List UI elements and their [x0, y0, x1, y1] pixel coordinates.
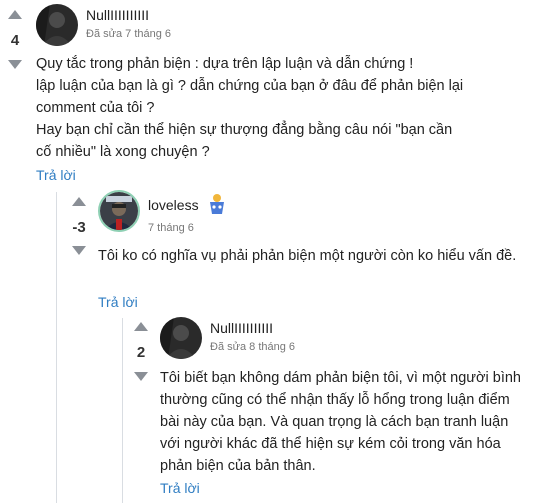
author-name[interactable]: NullIIIIIIIIII: [86, 7, 149, 23]
comment-meta: Đã sửa 7 tháng 6: [86, 28, 172, 40]
comment-meta: 7 tháng 6: [148, 222, 194, 234]
avatar-image: [100, 192, 138, 230]
user-badge-icon: [206, 192, 228, 216]
upvote-button[interactable]: [72, 197, 86, 206]
reply-button[interactable]: Trả lời: [98, 294, 138, 310]
upvote-button[interactable]: [134, 322, 148, 331]
vote-score: -3: [72, 219, 86, 236]
avatar[interactable]: [36, 4, 78, 46]
reply-button[interactable]: Trả lời: [36, 167, 76, 183]
comment-body: Quy tắc trong phản biện : dựa trên lập l…: [36, 56, 464, 160]
comment-meta: Đã sửa 8 tháng 6: [210, 341, 296, 353]
thread-line-level-1: [56, 192, 57, 503]
avatar[interactable]: [160, 317, 202, 359]
author-name[interactable]: loveless: [148, 197, 199, 213]
thread-line-level-2: [122, 318, 123, 503]
reply-button[interactable]: Trả lời: [160, 480, 200, 496]
upvote-button[interactable]: [8, 10, 22, 19]
downvote-button[interactable]: [72, 246, 86, 255]
comment-body: Tôi biết bạn không dám phản biện tôi, vì…: [160, 370, 521, 474]
vote-score: 2: [136, 344, 146, 361]
vote-score: 4: [10, 32, 20, 49]
author-name[interactable]: NullIIIIIIIIII: [210, 320, 273, 336]
avatar-image: [36, 4, 78, 46]
downvote-button[interactable]: [8, 60, 22, 69]
avatar[interactable]: [98, 190, 140, 232]
downvote-button[interactable]: [134, 372, 148, 381]
avatar-image: [160, 317, 202, 359]
comment-body: Tôi ko có nghĩa vụ phải phản biện một ng…: [98, 248, 517, 264]
